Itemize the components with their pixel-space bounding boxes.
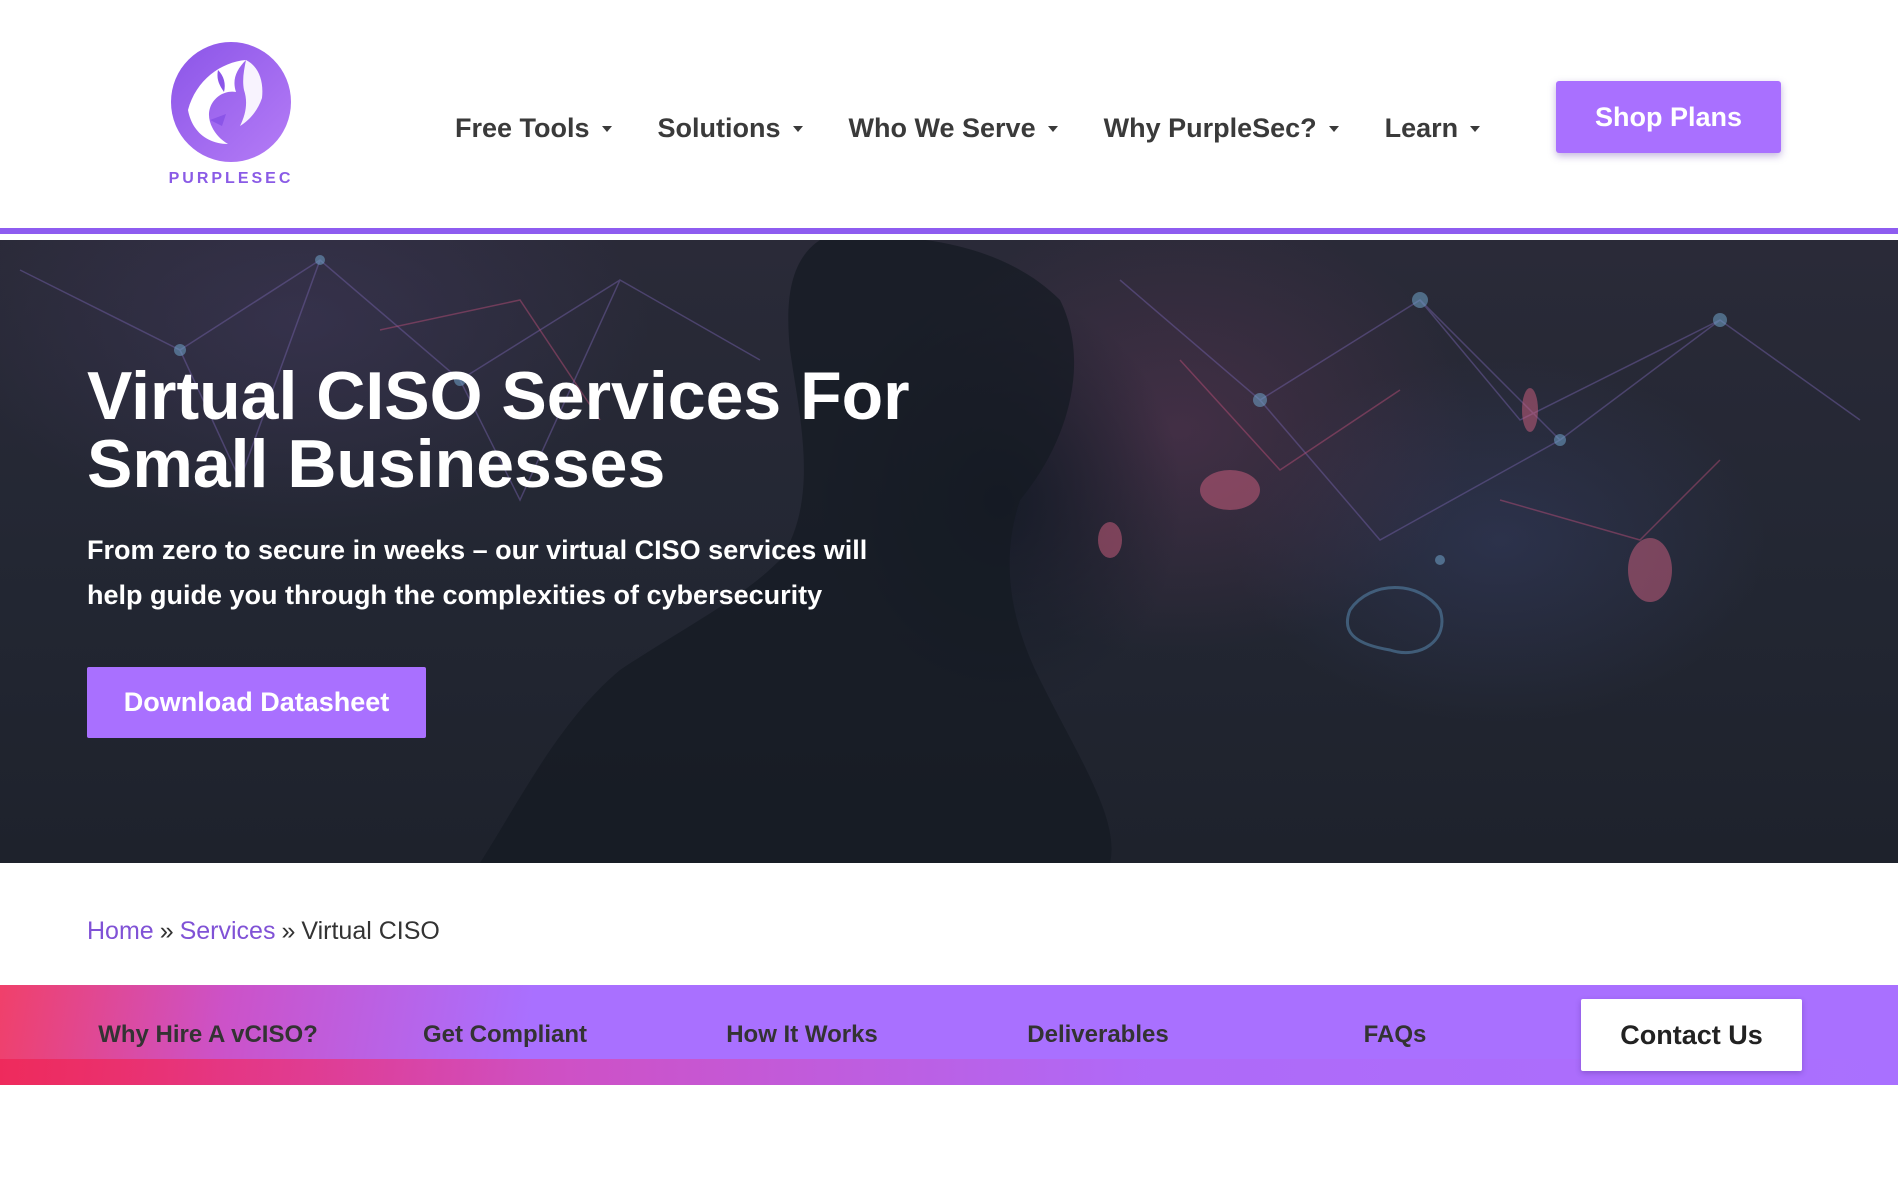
breadcrumb-home-link[interactable]: Home: [87, 917, 154, 945]
hero-title: Virtual CISO Services For Small Business…: [87, 358, 910, 502]
nav-solutions[interactable]: Solutions: [658, 113, 803, 144]
nav-who-we-serve[interactable]: Who We Serve: [849, 113, 1058, 144]
caret-down-icon: [601, 126, 612, 132]
site-header: PURPLESEC Free Tools Solutions Who We Se…: [0, 0, 1898, 234]
purplesec-logo[interactable]: PURPLESEC: [166, 40, 296, 192]
shop-plans-button[interactable]: Shop Plans: [1556, 81, 1781, 153]
nav-label: Who We Serve: [848, 112, 1036, 143]
download-datasheet-button[interactable]: Download Datasheet: [87, 667, 426, 738]
nav-label: Learn: [1384, 112, 1459, 143]
subnav-how-it-works[interactable]: How It Works: [702, 985, 902, 1085]
caret-down-icon: [1470, 126, 1481, 132]
main-nav: Free Tools Solutions Who We Serve Why Pu…: [455, 106, 1481, 150]
breadcrumb-separator: »: [159, 917, 174, 945]
nav-label: Solutions: [657, 112, 781, 143]
hero-subtitle: From zero to secure in weeks – our virtu…: [87, 535, 868, 610]
section-subnav: Why Hire A vCISO? Get Compliant How It W…: [0, 985, 1898, 1085]
breadcrumb: Home» Services» Virtual CISO: [87, 917, 440, 946]
subnav-why-hire-vciso[interactable]: Why Hire A vCISO?: [88, 985, 328, 1085]
nav-label: Free Tools: [455, 112, 590, 143]
logo-wordmark: PURPLESEC: [168, 170, 294, 187]
caret-down-icon: [1047, 126, 1058, 132]
hero-banner: Virtual CISO Services For Small Business…: [0, 240, 1898, 863]
nav-learn[interactable]: Learn: [1385, 113, 1481, 144]
caret-down-icon: [792, 126, 803, 132]
purple-dragon-logo-icon: [171, 42, 291, 162]
nav-free-tools[interactable]: Free Tools: [455, 113, 612, 144]
subnav-deliverables[interactable]: Deliverables: [998, 985, 1198, 1085]
breadcrumb-services-link[interactable]: Services: [180, 917, 276, 945]
subnav-get-compliant[interactable]: Get Compliant: [405, 985, 605, 1085]
subnav-faqs[interactable]: FAQs: [1345, 985, 1445, 1085]
contact-us-button[interactable]: Contact Us: [1581, 999, 1802, 1071]
breadcrumb-current: Virtual CISO: [301, 917, 440, 945]
nav-why-purplesec[interactable]: Why PurpleSec?: [1104, 113, 1339, 144]
caret-down-icon: [1328, 126, 1339, 132]
nav-label: Why PurpleSec?: [1103, 112, 1317, 143]
breadcrumb-separator: »: [281, 917, 296, 945]
